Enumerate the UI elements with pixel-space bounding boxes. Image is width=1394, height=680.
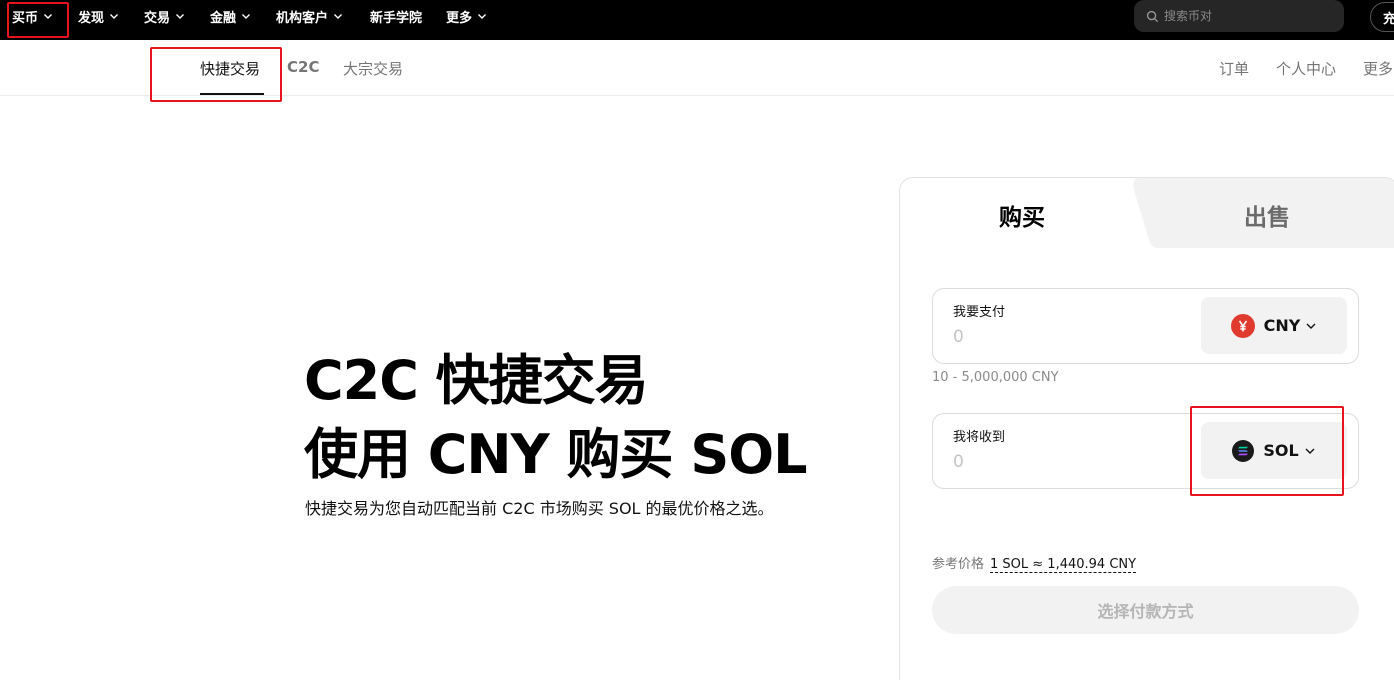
- top-navigation-bar: 买币 发现 交易 金融 机构客户 新手学院 更多 充: [0, 0, 1394, 40]
- pay-currency-code: CNY: [1263, 316, 1301, 335]
- chevron-down-icon: [334, 14, 343, 19]
- pay-field-label: 我要支付: [953, 305, 1006, 320]
- nav-more[interactable]: 更多: [446, 0, 487, 32]
- nav-item-label: 更多: [446, 10, 473, 26]
- pay-currency-select[interactable]: CNY: [1201, 297, 1347, 354]
- pay-amount-field: 我要支付 CNY: [932, 288, 1359, 364]
- reference-price-label: 参考价格: [932, 557, 985, 572]
- solana-icon: [1232, 439, 1255, 462]
- nav-academy[interactable]: 新手学院: [370, 0, 422, 32]
- nav-item-label: 机构客户: [276, 10, 329, 26]
- sell-tab-background: [1133, 178, 1394, 248]
- personal-center-link[interactable]: 个人中心: [1276, 58, 1336, 79]
- nav-discover[interactable]: 发现: [78, 0, 119, 32]
- nav-buy-crypto[interactable]: 买币: [12, 0, 53, 32]
- trade-card: 购买 出售 我要支付 CNY 10 - 5,000,000 CNY 我将收到 S…: [899, 177, 1394, 680]
- nav-item-label: 交易: [144, 10, 171, 26]
- select-payment-method-button[interactable]: 选择付款方式: [932, 586, 1359, 634]
- active-tab-indicator: [200, 93, 264, 95]
- chevron-down-icon: [1305, 448, 1315, 454]
- tab-c2c[interactable]: C2C: [287, 58, 319, 76]
- chevron-down-icon: [44, 14, 53, 19]
- nav-finance[interactable]: 金融: [210, 0, 251, 32]
- receive-field-label: 我将收到: [953, 430, 1006, 445]
- sub-navigation-bar: 快捷交易 C2C 大宗交易 订单 个人中心 更多: [0, 40, 1394, 96]
- chevron-down-icon: [176, 14, 185, 19]
- pay-amount-input[interactable]: [953, 325, 1153, 349]
- yen-icon: [1230, 313, 1255, 338]
- nav-trade[interactable]: 交易: [144, 0, 185, 32]
- tab-quick-trade[interactable]: 快捷交易: [200, 58, 260, 79]
- nav-institutional[interactable]: 机构客户: [276, 0, 343, 32]
- chevron-down-icon: [1306, 323, 1316, 329]
- search-input[interactable]: [1164, 9, 1334, 23]
- recharge-button[interactable]: 充: [1370, 2, 1394, 32]
- hero-title-line1: C2C 快捷交易: [304, 349, 649, 412]
- hero-title-line2: 使用 CNY 购买 SOL: [304, 423, 808, 486]
- chevron-down-icon: [242, 14, 251, 19]
- search-icon: [1146, 10, 1159, 22]
- nav-item-label: 金融: [210, 10, 237, 26]
- amount-range-hint: 10 - 5,000,000 CNY: [932, 370, 1059, 385]
- receive-currency-code: SOL: [1263, 441, 1299, 460]
- receive-amount-field: 我将收到 SOL: [932, 413, 1359, 489]
- more-link[interactable]: 更多: [1363, 58, 1393, 79]
- reference-price: 参考价格 1 SOL ≈ 1,440.94 CNY: [932, 553, 1137, 573]
- recharge-label: 充: [1383, 11, 1394, 27]
- nav-item-label: 买币: [12, 10, 39, 26]
- nav-item-label: 新手学院: [370, 10, 423, 26]
- tab-buy[interactable]: 购买: [999, 198, 1045, 232]
- receive-amount-input[interactable]: [953, 450, 1153, 474]
- chevron-down-icon: [110, 14, 119, 19]
- search-box[interactable]: [1134, 0, 1344, 32]
- chevron-down-icon: [478, 14, 487, 19]
- reference-price-value[interactable]: 1 SOL ≈ 1,440.94 CNY: [990, 557, 1137, 573]
- orders-link[interactable]: 订单: [1219, 58, 1249, 79]
- tab-sell[interactable]: 出售: [1244, 198, 1290, 232]
- buy-sell-tabs: 购买 出售: [900, 178, 1394, 248]
- hero-description: 快捷交易为您自动匹配当前 C2C 市场购买 SOL 的最优价格之选。: [305, 499, 774, 518]
- tab-block-trade[interactable]: 大宗交易: [343, 58, 403, 79]
- receive-currency-select[interactable]: SOL: [1201, 422, 1347, 479]
- nav-item-label: 发现: [78, 10, 105, 26]
